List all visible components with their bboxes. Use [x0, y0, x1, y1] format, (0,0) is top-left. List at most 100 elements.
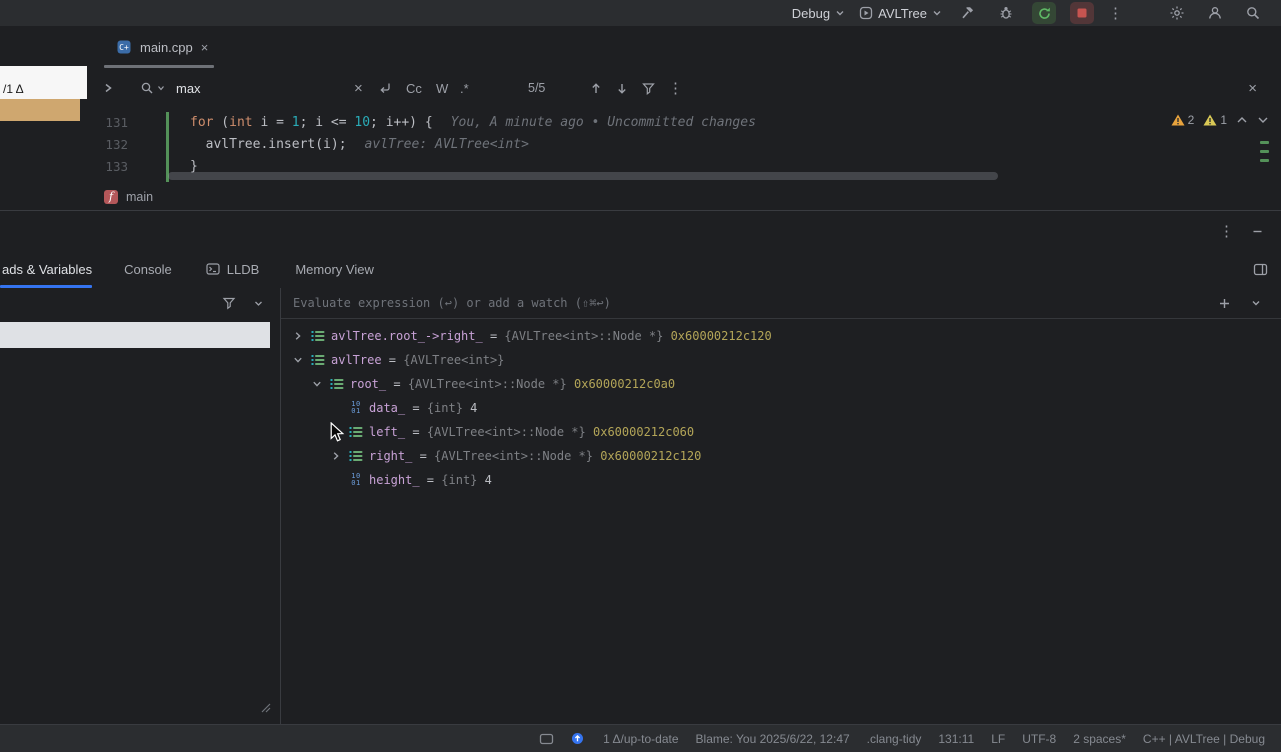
- variable-row[interactable]: avlTree = {AVLTree<int>}: [281, 348, 1281, 372]
- variable-row[interactable]: left_ = {AVLTree<int>::Node *} 0x6000021…: [281, 420, 1281, 444]
- code-token: int: [229, 115, 252, 130]
- run-config-dropdown[interactable]: AVLTree: [859, 6, 942, 21]
- warnings-badge[interactable]: 2: [1171, 113, 1195, 127]
- warning-icon: [1203, 114, 1217, 126]
- code-token: ; i++) {: [370, 115, 433, 130]
- object-value-icon: [329, 376, 345, 392]
- variable-row[interactable]: right_ = {AVLTree<int>::Node *} 0x600002…: [281, 444, 1281, 468]
- line-ending-widget[interactable]: LF: [991, 732, 1005, 746]
- weak-warnings-badge[interactable]: 1: [1203, 113, 1227, 127]
- variable-type: {AVLTree<int>::Node *}: [408, 377, 567, 391]
- add-watch-icon[interactable]: [1218, 297, 1231, 310]
- variable-row[interactable]: root_ = {AVLTree<int>::Node *} 0x6000021…: [281, 372, 1281, 396]
- indent-widget[interactable]: 2 spaces*: [1073, 732, 1126, 746]
- stop-button[interactable]: [1070, 2, 1094, 24]
- chevron-right-icon[interactable]: [331, 451, 348, 461]
- tab-label: Console: [124, 262, 172, 277]
- caret-position-widget[interactable]: 131:11: [938, 732, 974, 746]
- variable-type: {AVLTree<int>::Node *}: [434, 449, 593, 463]
- vcs-status-widget[interactable]: 1 Δ/up-to-date: [571, 704, 678, 752]
- left-panel-strip: /1 Δ: [0, 26, 89, 210]
- rerun-button[interactable]: [1032, 2, 1056, 24]
- clear-search-icon[interactable]: ×: [354, 68, 363, 108]
- next-problem-icon[interactable]: [1257, 116, 1269, 124]
- stop-icon: [1075, 6, 1089, 20]
- warnings-count: 2: [1188, 113, 1195, 127]
- profile-button[interactable]: [1203, 2, 1227, 24]
- tab-main-cpp[interactable]: C+ main.cpp ×: [104, 26, 220, 68]
- line-number[interactable]: 132: [88, 134, 128, 156]
- minimize-icon[interactable]: [1252, 226, 1263, 237]
- language-config-widget[interactable]: C++ | AVLTree | Debug: [1143, 732, 1265, 746]
- toolbar-more-button[interactable]: ⋮: [1108, 6, 1123, 21]
- svg-text:C+: C+: [119, 43, 129, 52]
- chevron-right-icon[interactable]: [293, 331, 310, 341]
- chevron-down-icon[interactable]: [312, 379, 329, 389]
- encoding-widget[interactable]: UTF-8: [1022, 732, 1056, 746]
- workspace-icon[interactable]: [539, 732, 554, 746]
- inline-hint: avlTree: AVLTree<int>: [365, 137, 529, 152]
- variable-value: 0x60000212c120: [593, 449, 701, 463]
- chevron-down-icon[interactable]: [254, 299, 263, 308]
- filter-icon[interactable]: [642, 68, 655, 108]
- search-everywhere-button[interactable]: [1241, 2, 1265, 24]
- close-search-icon[interactable]: ×: [1248, 68, 1257, 108]
- search-input[interactable]: max: [176, 68, 201, 108]
- search-more-button[interactable]: ⋮: [668, 68, 683, 108]
- equals-sign: =: [420, 473, 442, 487]
- variable-value: 0x60000212c0a0: [567, 377, 675, 391]
- regex-toggle[interactable]: .*: [460, 68, 469, 108]
- newline-icon[interactable]: [378, 68, 392, 108]
- words-toggle[interactable]: W: [436, 68, 448, 108]
- variable-row[interactable]: 1001height_ = {int} 4: [281, 468, 1281, 492]
- variable-row[interactable]: 1001data_ = {int} 4: [281, 396, 1281, 420]
- settings-button[interactable]: [1165, 2, 1189, 24]
- variable-name: data_: [369, 401, 405, 415]
- line-number[interactable]: 133: [88, 156, 128, 178]
- chevron-down-icon[interactable]: [293, 355, 310, 365]
- tab-label: ads & Variables: [2, 262, 92, 277]
- tab-threads-variables[interactable]: ads & Variables: [0, 250, 96, 288]
- evaluate-row[interactable]: Evaluate expression (↩) or add a watch (…: [281, 288, 1281, 319]
- evaluate-expression-input[interactable]: Evaluate expression (↩) or add a watch (…: [293, 288, 611, 318]
- run-config-label: AVLTree: [878, 6, 927, 21]
- breadcrumb-item[interactable]: main: [126, 190, 153, 204]
- variables-tree: avlTree.root_->right_ = {AVLTree<int>::N…: [281, 324, 1281, 492]
- code-line[interactable]: 132 avlTree.insert(i);avlTree: AVLTree<i…: [88, 134, 1281, 156]
- blame-widget[interactable]: Blame: You 2025/6/22, 12:47: [696, 732, 850, 746]
- scrollbar-change-mark: [1260, 150, 1269, 153]
- debug-profile-dropdown[interactable]: Debug: [792, 6, 845, 21]
- code-editor[interactable]: 131for (int i = 1; i <= 10; i++) {You, A…: [88, 108, 1281, 184]
- highlighted-row[interactable]: [0, 99, 80, 121]
- variable-row[interactable]: avlTree.root_->right_ = {AVLTree<int>::N…: [281, 324, 1281, 348]
- selected-frame-row[interactable]: [0, 322, 270, 348]
- toolwindow-more-button[interactable]: ⋮: [1219, 224, 1234, 239]
- code-line[interactable]: 131for (int i = 1; i <= 10; i++) {You, A…: [88, 112, 1281, 134]
- search-field-icon: [140, 68, 154, 108]
- terminal-icon: [206, 262, 220, 276]
- build-button[interactable]: [956, 2, 980, 24]
- next-occurrence-icon[interactable]: [616, 68, 628, 108]
- line-number[interactable]: 131: [88, 112, 128, 134]
- search-result-count: 5/5: [528, 68, 545, 108]
- chevron-down-icon[interactable]: [1251, 298, 1261, 308]
- tab-memory-view[interactable]: Memory View: [291, 250, 378, 288]
- tab-console[interactable]: Console: [120, 250, 176, 288]
- chevron-right-icon[interactable]: [102, 68, 114, 108]
- close-icon[interactable]: ×: [201, 40, 209, 55]
- layout-settings-icon[interactable]: [1253, 250, 1268, 288]
- resize-grip[interactable]: [260, 702, 272, 714]
- code-token: 1: [292, 115, 300, 130]
- clang-tidy-widget[interactable]: .clang-tidy: [867, 732, 922, 746]
- inspections-widget[interactable]: 2 1: [1171, 113, 1269, 127]
- tab-lldb[interactable]: LLDB: [202, 250, 264, 288]
- diff-overlay: /1 Δ: [0, 66, 87, 99]
- horizontal-scrollbar[interactable]: [168, 172, 998, 180]
- search-history-chevron-icon[interactable]: [157, 68, 165, 108]
- filter-icon[interactable]: [222, 296, 236, 310]
- search-icon: [1245, 5, 1261, 21]
- prev-problem-icon[interactable]: [1236, 116, 1248, 124]
- debug-button[interactable]: [994, 2, 1018, 24]
- previous-occurrence-icon[interactable]: [590, 68, 602, 108]
- match-case-toggle[interactable]: Cc: [406, 68, 422, 108]
